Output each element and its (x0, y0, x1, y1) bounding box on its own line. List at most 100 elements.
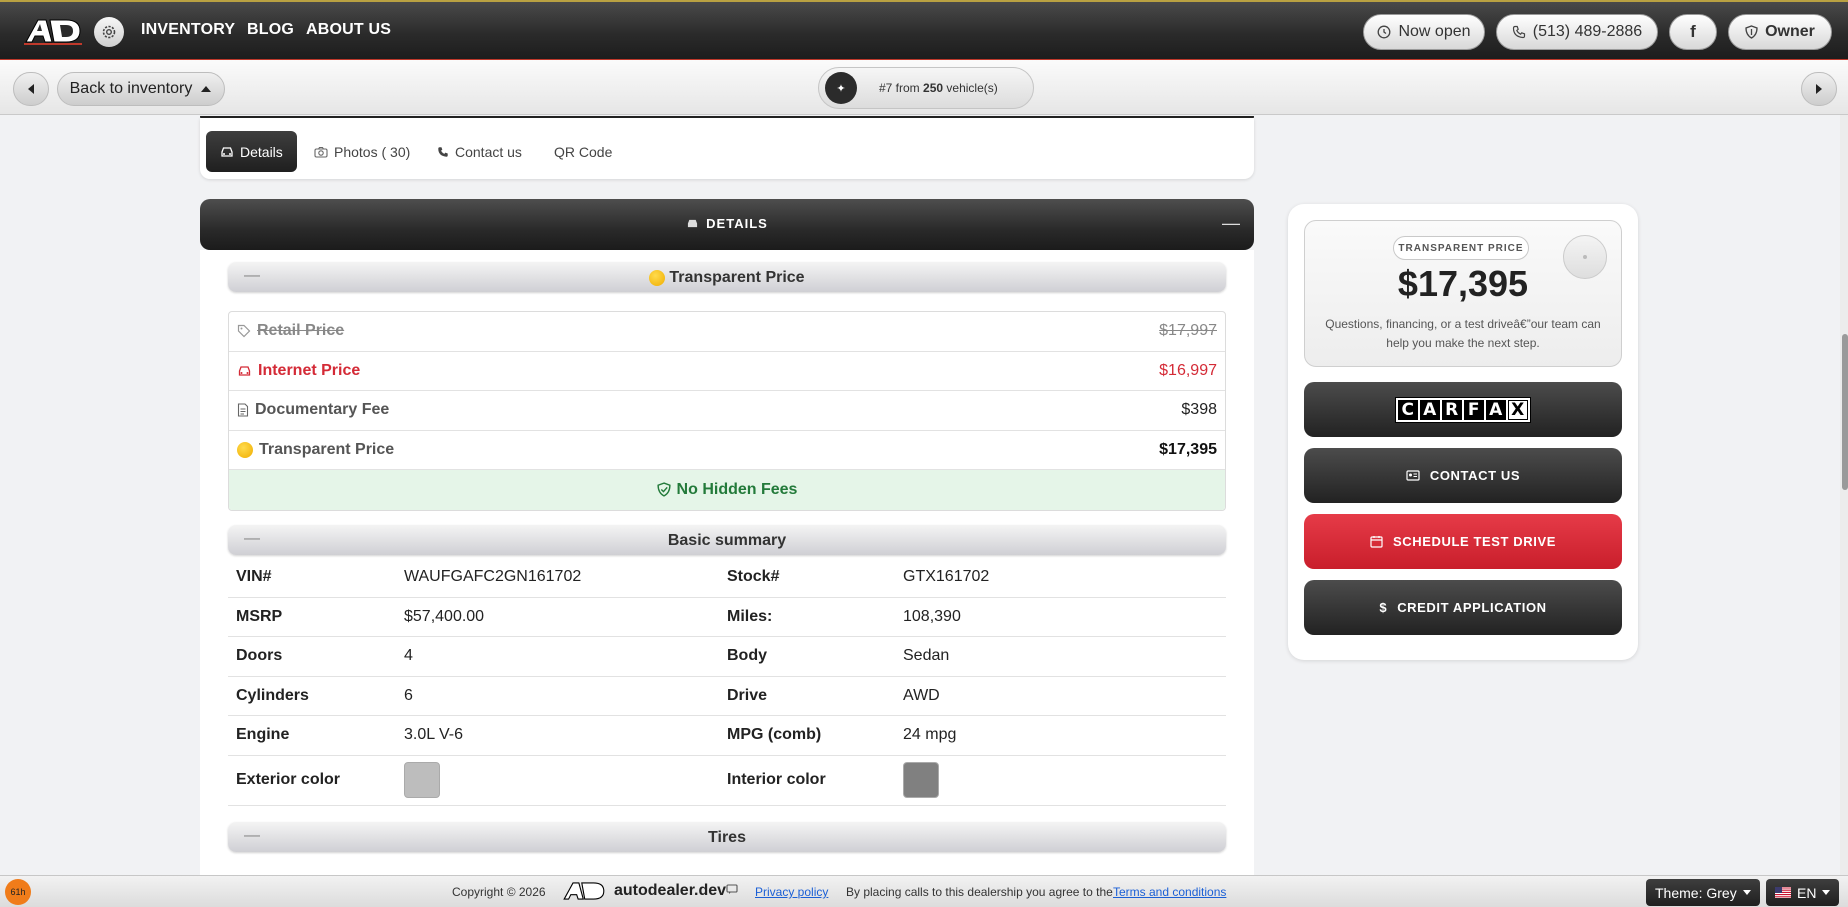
sidebar-price: $17,395 (1397, 263, 1529, 304)
tires-section-header[interactable]: — Tires (228, 822, 1226, 852)
coin-icon (237, 441, 253, 458)
counter-total: 250 (923, 81, 944, 95)
collapse-icon[interactable]: — (1222, 213, 1240, 234)
schedule-test-drive-label: SCHEDULE TEST DRIVE (1392, 534, 1557, 549)
table-row: Cylinders 6 Drive AWD (228, 677, 1226, 716)
spec-label: MSRP (236, 607, 283, 625)
basic-summary-section-header[interactable]: — Basic summary (228, 525, 1226, 555)
scrollbar-track[interactable] (1840, 115, 1848, 875)
basic-summary-title: Basic summary (667, 532, 787, 549)
scrollbar-thumb[interactable] (1842, 334, 1848, 490)
no-hidden-fees-text: No Hidden Fees (676, 480, 798, 498)
sparkle-icon[interactable]: ✦ (825, 72, 857, 104)
back-to-inventory-label: Back to inventory (69, 80, 193, 97)
table-row: Engine 3.0L V-6 MPG (comb) 24 mpg (228, 716, 1226, 756)
carfax-letter: A (1420, 399, 1440, 420)
caret-right-icon (1816, 84, 1822, 94)
internet-price-label: Internet Price (258, 361, 361, 379)
previous-vehicle-button[interactable] (13, 72, 49, 106)
agreement-text: By placing calls to this dealership you … (846, 885, 1113, 899)
contact-us-label: CONTACT US (1429, 468, 1521, 483)
spec-value: AWD (903, 686, 940, 704)
nav-about-us[interactable]: ABOUT US (306, 21, 391, 39)
calendar-icon (1370, 536, 1383, 548)
transparent-price-label: Transparent Price (259, 440, 395, 458)
counter-suffix: vehicle(s) (946, 81, 998, 95)
documentary-fee-value: $398 (1181, 401, 1217, 419)
spec-label: Exterior color (236, 771, 341, 788)
next-vehicle-button[interactable] (1801, 72, 1837, 106)
car-icon (221, 146, 233, 157)
spec-label: Cylinders (236, 686, 309, 704)
caret-left-icon (28, 84, 34, 94)
tab-qr-code[interactable]: QR Code (554, 131, 612, 172)
table-row: MSRP $57,400.00 Miles: 108,390 (228, 598, 1226, 637)
now-open-label: Now open (1398, 23, 1471, 40)
spec-value: Sedan (903, 647, 950, 665)
credit-application-button[interactable]: $ CREDIT APPLICATION (1304, 580, 1622, 635)
clock-icon (1378, 25, 1391, 39)
autodealer-logo[interactable]: autodealer.dev (557, 880, 726, 902)
chevron-down-icon (1742, 890, 1751, 895)
phone-button[interactable]: (513) 489-2886 (1496, 14, 1658, 50)
terms-link[interactable]: Terms and conditions (1113, 885, 1226, 899)
facebook-icon: f (1690, 22, 1696, 41)
owner-button[interactable]: Owner (1728, 14, 1832, 50)
contact-us-button[interactable]: CONTACT US (1304, 448, 1622, 503)
tab-contact-us[interactable]: Contact us (437, 131, 522, 172)
language-selector[interactable]: EN (1766, 879, 1840, 906)
tag-icon (237, 325, 251, 338)
shield-icon (1745, 25, 1758, 39)
spec-value: 6 (404, 686, 413, 704)
language-label: EN (1797, 884, 1817, 901)
coin-icon (649, 270, 666, 286)
details-accordion-header[interactable]: DETAILS — (200, 199, 1254, 250)
settings-button[interactable] (94, 17, 124, 47)
nav-inventory[interactable]: INVENTORY (141, 21, 235, 39)
transparent-price-row: Transparent Price $17,395 (229, 431, 1225, 470)
vehicle-counter: ✦ #7 from 250 vehicle(s) (818, 67, 1034, 109)
spec-label: Miles: (727, 607, 773, 625)
spec-label: MPG (comb) (727, 726, 822, 744)
carfax-letter: C (1398, 399, 1418, 420)
carfax-button[interactable]: C A R F A X (1304, 382, 1622, 437)
carfax-letter: F (1464, 399, 1484, 420)
internet-price-value: $16,997 (1159, 361, 1217, 379)
table-row: Exterior color Interior color (228, 756, 1226, 806)
carfax-letter: R (1442, 399, 1462, 420)
footer: 61h Copyright © 2026 autodealer.dev Priv… (0, 875, 1848, 907)
tab-photos[interactable]: Photos ( 30) (314, 131, 410, 172)
now-open-button[interactable]: Now open (1363, 14, 1485, 50)
camera-icon (314, 146, 328, 158)
spec-value: 3.0L V-6 (404, 726, 464, 744)
nav-blog[interactable]: BLOG (247, 21, 294, 39)
dealer-logo[interactable] (22, 16, 84, 46)
theme-label: Theme: Grey (1655, 884, 1737, 901)
tab-details[interactable]: Details (206, 131, 297, 172)
top-navbar: INVENTORY BLOG ABOUT US Now open (513) 4… (0, 0, 1848, 60)
sidebar-description: Questions, financing, or a test driveâ€”… (1325, 317, 1601, 350)
us-flag-icon (1775, 887, 1791, 898)
spec-value: 108,390 (903, 607, 961, 625)
facebook-button[interactable]: f (1669, 14, 1717, 50)
transparent-price-section-header[interactable]: — Transparent Price (228, 262, 1226, 292)
retail-price-label: Retail Price (257, 322, 345, 340)
back-to-inventory-button[interactable]: Back to inventory (57, 72, 225, 106)
car-icon (688, 219, 698, 228)
tab-details-label: Details (240, 143, 283, 160)
privacy-policy-link[interactable]: Privacy policy (755, 885, 828, 899)
tab-photos-label: Photos ( 30) (334, 143, 411, 160)
spec-value: 24 mpg (903, 726, 957, 744)
interior-color-swatch (903, 762, 939, 798)
message-icon (726, 884, 738, 898)
schedule-test-drive-button[interactable]: SCHEDULE TEST DRIVE (1304, 514, 1622, 569)
price-sidebar: TRANSPARENT PRICE $17,395 Questions, fin… (1288, 204, 1638, 660)
hours-badge[interactable]: 61h (5, 879, 31, 905)
shield-check-icon (656, 482, 671, 497)
tab-contact-us-label: Contact us (455, 143, 522, 160)
transparent-price-value: $17,395 (1159, 440, 1217, 458)
spec-value: GTX161702 (903, 568, 990, 586)
price-breakdown-table: Retail Price $17,997 Internet Price $16,… (228, 311, 1226, 511)
table-row: Doors 4 Body Sedan (228, 637, 1226, 677)
theme-selector[interactable]: Theme: Grey (1646, 879, 1760, 906)
